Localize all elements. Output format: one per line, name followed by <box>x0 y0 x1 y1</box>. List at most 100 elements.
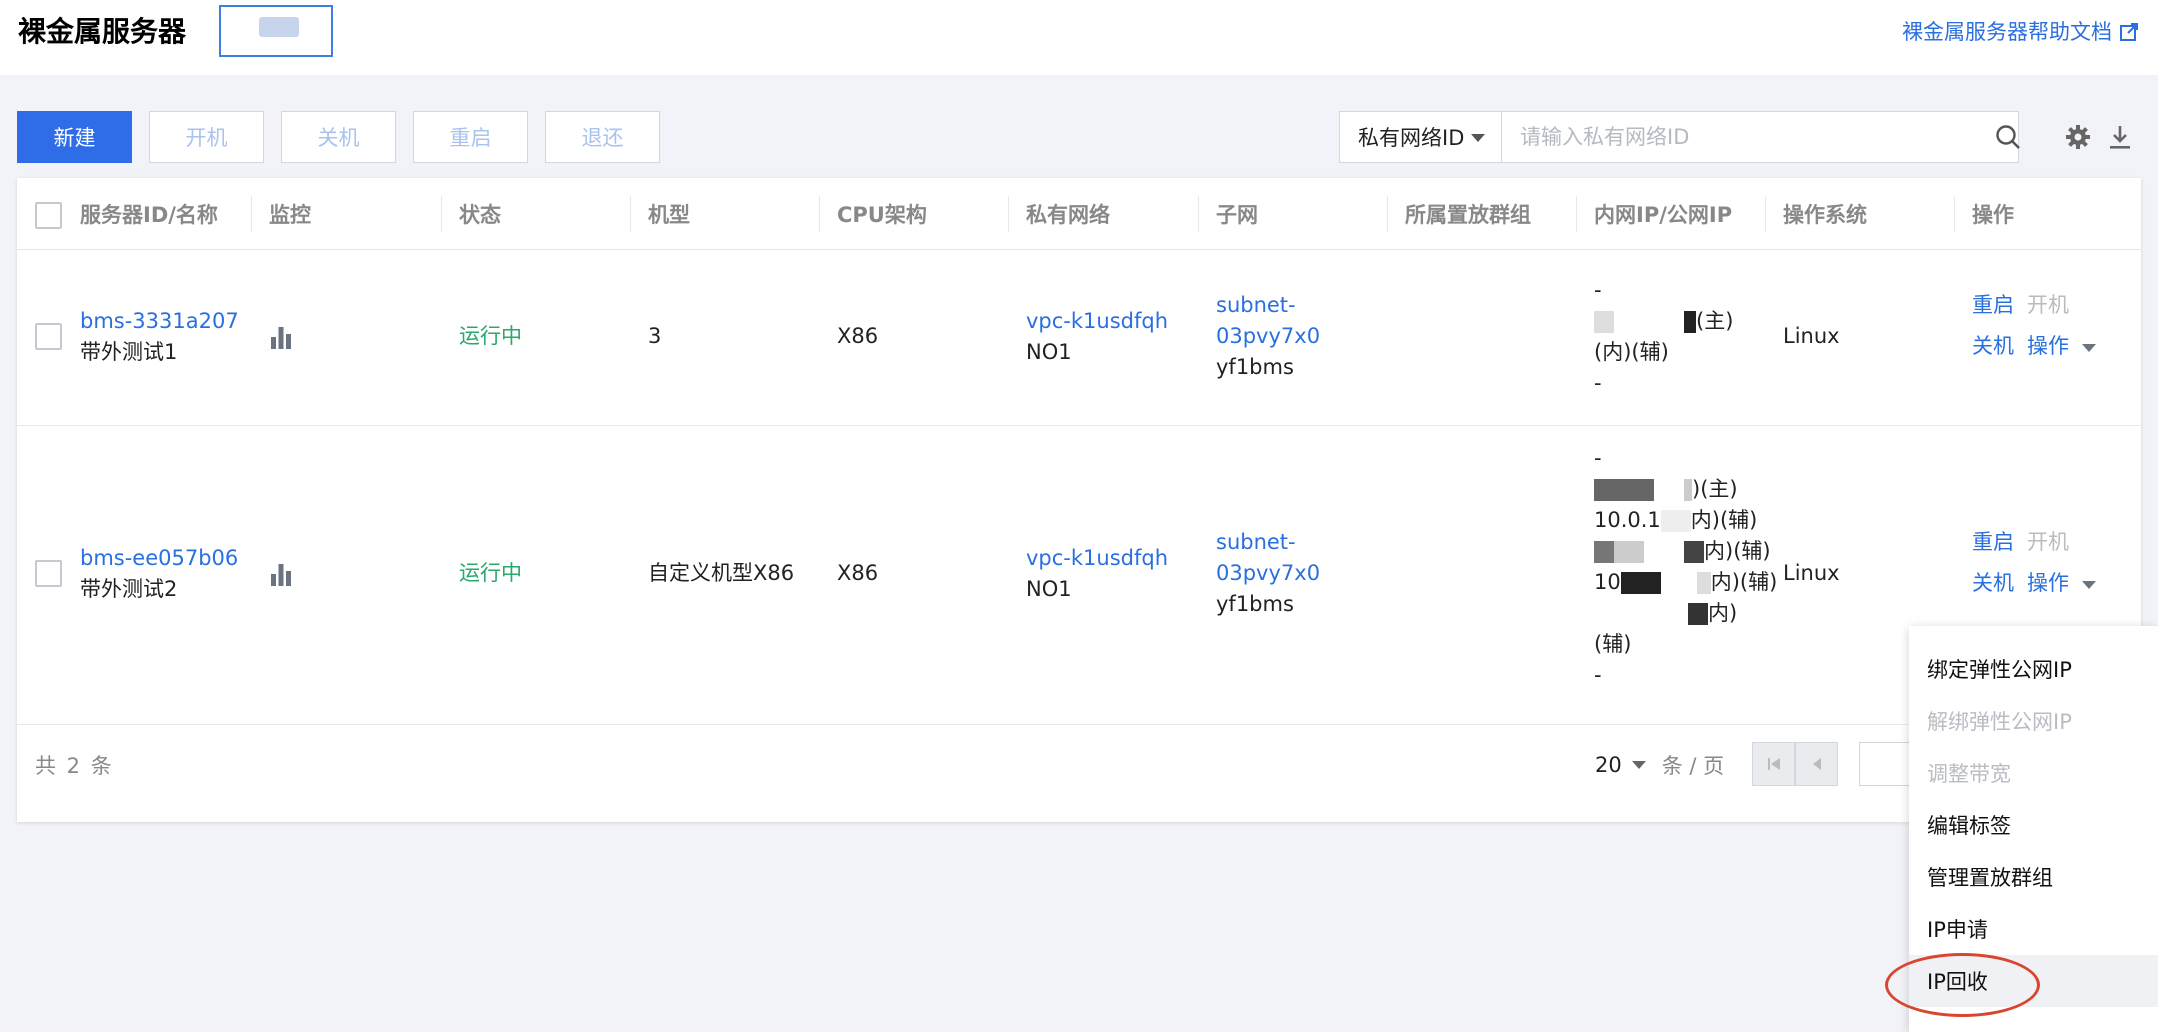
ip-line: 10.0.1 内)(辅) <box>1594 508 1758 532</box>
region-label-redacted <box>259 17 299 37</box>
server-name: 带外测试2 <box>80 577 178 601</box>
vpc-name: NO1 <box>1026 340 1072 364</box>
subnet-name: yf1bms <box>1216 592 1294 616</box>
header-monitor: 监控 <box>269 203 311 227</box>
external-link-icon <box>2120 23 2138 41</box>
menu-item-manage-placement-group[interactable]: 管理置放群组 <box>1909 851 2158 903</box>
select-all-checkbox[interactable] <box>35 202 62 229</box>
row-checkbox[interactable] <box>35 323 62 350</box>
row-checkbox[interactable] <box>35 560 62 587</box>
vpc-name: NO1 <box>1026 577 1072 601</box>
gear-icon[interactable] <box>2065 124 2091 150</box>
menu-item-adjust-bandwidth[interactable]: 调整带宽 <box>1909 747 2158 799</box>
header-ip: 内网IP/公网IP <box>1594 203 1733 227</box>
table-header: 服务器ID/名称 监控 状态 机型 CPU架构 私有网络 子网 所属置放群组 内… <box>17 178 2141 250</box>
filter-field-select[interactable]: 私有网络ID <box>1339 111 1502 163</box>
power-on-action-link[interactable]: 开机 <box>2027 290 2069 321</box>
chevron-down-icon <box>1471 134 1485 142</box>
search-icon[interactable] <box>1995 124 2021 150</box>
power-off-button[interactable]: 关机 <box>281 111 396 163</box>
subnet-id-link-line1[interactable]: subnet- <box>1216 527 1296 558</box>
subnet-name: yf1bms <box>1216 355 1294 379</box>
table-row: bms-ee057b06 带外测试2 运行中 自定义机型X86 X86 vpc-… <box>17 426 2141 725</box>
ip-line: (辅) <box>1594 632 1632 656</box>
os-value: Linux <box>1783 324 1840 348</box>
menu-item-ip-apply[interactable]: IP申请 <box>1909 903 2158 955</box>
model-value: 3 <box>648 324 662 348</box>
vpc-id-link[interactable]: vpc-k1usdfqh <box>1026 543 1168 574</box>
header-vpc: 私有网络 <box>1026 203 1110 227</box>
chevron-down-icon <box>1631 761 1646 769</box>
chevron-down-icon <box>2081 344 2096 352</box>
header-os: 操作系统 <box>1783 203 1867 227</box>
ip-line: 内) <box>1594 598 1737 629</box>
highlight-annotation <box>1885 953 2040 1017</box>
page-size-select[interactable]: 20 条 / 页 <box>1595 750 1724 780</box>
top-bar: 裸金属服务器 裸金属服务器帮助文档 <box>0 0 2158 75</box>
subnet-id-link-line2[interactable]: 03pvy7x0 <box>1216 558 1320 589</box>
help-doc-label: 裸金属服务器帮助文档 <box>1902 20 2112 44</box>
help-doc-link[interactable]: 裸金属服务器帮助文档 <box>1902 18 2138 46</box>
server-id-link[interactable]: bms-ee057b06 <box>80 543 238 574</box>
header-placement-group: 所属置放群组 <box>1405 203 1531 227</box>
restart-action-link[interactable]: 重启 <box>1972 290 2014 321</box>
header-status: 状态 <box>459 203 501 227</box>
server-table: 服务器ID/名称 监控 状态 机型 CPU架构 私有网络 子网 所属置放群组 内… <box>17 178 2141 822</box>
power-off-action-link[interactable]: 关机 <box>1972 568 2014 599</box>
header-model: 机型 <box>648 203 690 227</box>
ip-line: (内)(辅) <box>1594 340 1669 364</box>
power-off-action-link[interactable]: 关机 <box>1972 331 2014 362</box>
vpc-id-link[interactable]: vpc-k1usdfqh <box>1026 306 1168 337</box>
new-button[interactable]: 新建 <box>17 111 132 163</box>
power-on-action-link[interactable]: 开机 <box>2027 527 2069 558</box>
model-value: 自定义机型X86 <box>648 561 795 585</box>
page-size-value: 20 <box>1595 753 1622 777</box>
status-badge: 运行中 <box>459 324 522 348</box>
search-input[interactable] <box>1501 111 2019 163</box>
page-size-unit: 条 / 页 <box>1661 754 1725 778</box>
chevron-down-icon <box>2081 581 2096 589</box>
page-title: 裸金属服务器 <box>18 15 187 48</box>
region-selector[interactable] <box>219 5 333 57</box>
subnet-id-link-line2[interactable]: 03pvy7x0 <box>1216 321 1320 352</box>
more-actions-dropdown[interactable]: 操作 <box>2027 568 2096 599</box>
ip-line: - <box>1594 278 1602 302</box>
table-row: bms-3331a207 带外测试1 运行中 3 X86 vpc-k1usdfq… <box>17 250 2141 426</box>
menu-item-unbind-eip[interactable]: 解绑弹性公网IP <box>1909 695 2158 747</box>
total-count: 共 2 条 <box>35 754 114 778</box>
restart-button[interactable]: 重启 <box>413 111 528 163</box>
ip-line: (主) <box>1594 306 1733 337</box>
ip-line: 10 内)(辅) <box>1594 570 1778 594</box>
download-icon[interactable] <box>2107 124 2133 150</box>
menu-item-bind-eip[interactable]: 绑定弹性公网IP <box>1909 643 2158 695</box>
ip-line: - <box>1594 663 1602 687</box>
ip-line: - <box>1594 446 1602 470</box>
chevron-left-icon <box>1812 758 1821 770</box>
cpu-value: X86 <box>837 324 879 348</box>
bar-chart-icon[interactable] <box>269 562 293 586</box>
header-subnet: 子网 <box>1216 203 1258 227</box>
server-id-link[interactable]: bms-3331a207 <box>80 306 239 337</box>
filter-field-label: 私有网络ID <box>1358 126 1465 150</box>
os-value: Linux <box>1783 561 1840 585</box>
menu-item-edit-tags[interactable]: 编辑标签 <box>1909 799 2158 851</box>
ip-line: )(主) <box>1594 474 1738 505</box>
redacted-ip <box>1594 311 1614 333</box>
first-page-button[interactable] <box>1752 742 1795 786</box>
subnet-id-link-line1[interactable]: subnet- <box>1216 290 1296 321</box>
header-server-id: 服务器ID/名称 <box>80 203 218 227</box>
header-cpu: CPU架构 <box>837 203 927 227</box>
ip-line: - <box>1594 371 1602 395</box>
cpu-value: X86 <box>837 561 879 585</box>
ip-line: 内)(辅) <box>1594 536 1771 567</box>
restart-action-link[interactable]: 重启 <box>1972 527 2014 558</box>
bar-chart-icon[interactable] <box>269 325 293 349</box>
return-button[interactable]: 退还 <box>545 111 660 163</box>
prev-page-button[interactable] <box>1795 742 1838 786</box>
power-on-button[interactable]: 开机 <box>149 111 264 163</box>
more-actions-dropdown[interactable]: 操作 <box>2027 331 2096 362</box>
status-badge: 运行中 <box>459 561 522 585</box>
header-actions: 操作 <box>1972 203 2014 227</box>
server-name: 带外测试1 <box>80 340 178 364</box>
first-page-icon <box>1767 758 1780 770</box>
